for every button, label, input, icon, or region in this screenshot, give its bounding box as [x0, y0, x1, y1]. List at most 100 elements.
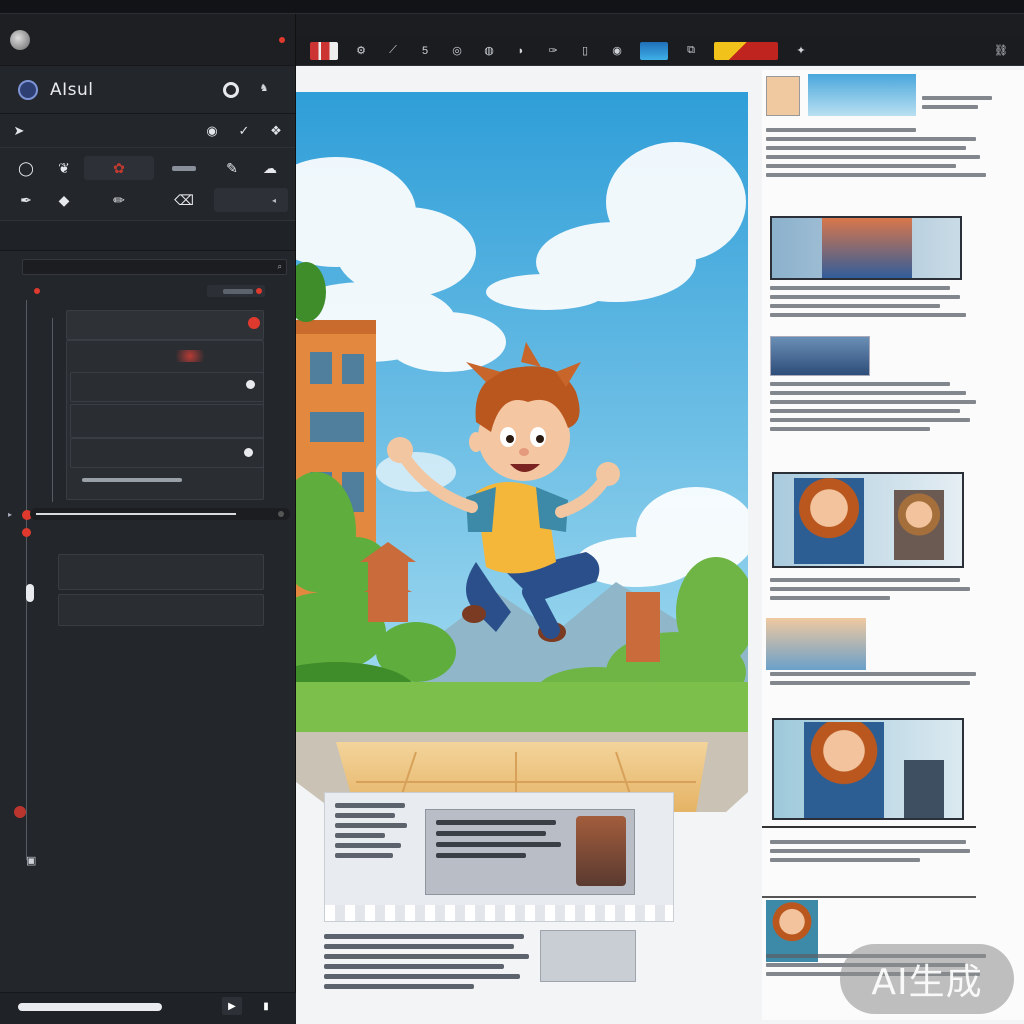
brand-icon	[18, 79, 38, 100]
orb-icon[interactable]: ◉	[608, 42, 626, 60]
search-icon: ⌕	[277, 262, 282, 271]
stop-icon[interactable]: ▮	[256, 997, 276, 1015]
story-panel-3[interactable]	[772, 472, 964, 568]
pointer-icon[interactable]: ➤	[8, 120, 30, 142]
story-panel-4[interactable]	[766, 618, 866, 670]
circle-tool-icon[interactable]: ◯	[8, 156, 44, 180]
pencil-icon[interactable]: ✏	[84, 188, 154, 212]
cloud-tool-icon[interactable]: ☁	[252, 156, 288, 180]
section-dropdown[interactable]	[207, 285, 265, 297]
shape-tool-icon[interactable]: ◆	[46, 188, 82, 212]
brand-sub[interactable]: ♞	[251, 77, 277, 103]
marker-handle[interactable]	[26, 584, 34, 602]
layer-radio-5[interactable]	[244, 448, 253, 457]
watermark-text: AI生成	[871, 962, 983, 1003]
record-icon[interactable]	[34, 288, 40, 294]
feather-tool-icon[interactable]: ✒	[8, 188, 44, 212]
layer-item[interactable]	[70, 372, 264, 402]
layer-item[interactable]	[58, 594, 264, 626]
layer-icon[interactable]: ❖	[265, 120, 287, 142]
gear-icon[interactable]: ⚙	[352, 42, 370, 60]
number-icon[interactable]: 5	[416, 42, 434, 60]
story-panel-5[interactable]	[772, 718, 964, 820]
frame-icon[interactable]: ⧉	[682, 42, 700, 60]
tool-row-1: ➤ ◉ ✓ ❖	[0, 114, 295, 148]
link-icon[interactable]: ⛓	[992, 42, 1010, 60]
target-icon[interactable]: ◎	[448, 42, 466, 60]
tree-line-inner	[52, 318, 53, 502]
line-tool-icon[interactable]	[156, 156, 212, 180]
layer-item[interactable]	[66, 310, 264, 340]
timeline-track[interactable]	[30, 508, 290, 520]
play-icon[interactable]: ▶	[222, 997, 242, 1015]
panel-toggle-icon[interactable]: ▯	[576, 42, 594, 60]
story-header-text	[922, 96, 992, 109]
story-text-3	[770, 382, 980, 431]
pen-icon[interactable]: ✎	[214, 156, 250, 180]
layer-item[interactable]	[70, 404, 264, 438]
ring-icon[interactable]	[223, 81, 239, 98]
sparkle-icon[interactable]: ✦	[792, 42, 810, 60]
story-text-5	[770, 672, 980, 685]
panel-header	[0, 14, 295, 66]
panel-tabs	[0, 221, 295, 251]
tree-line	[26, 300, 27, 860]
timeline-end-icon	[278, 511, 284, 517]
feather-icon[interactable]: ✑	[544, 42, 562, 60]
transport-bar: ▶ ▮	[0, 992, 296, 1024]
keyframe-icon-3[interactable]	[14, 806, 26, 818]
story-text-1	[766, 128, 986, 177]
playback-scrubber[interactable]	[18, 1003, 162, 1011]
story-panel-2[interactable]	[770, 336, 870, 376]
storyboard-column	[762, 70, 1024, 1020]
document-footer-block	[324, 930, 744, 1020]
story-text-6	[770, 840, 970, 862]
status-dot-icon	[256, 288, 262, 294]
story-avatar-1	[766, 76, 800, 116]
preview-tear-edge	[325, 905, 673, 921]
preview-text-lines	[335, 803, 415, 858]
brand-name: AIsul	[50, 79, 94, 100]
layer-opacity-slider[interactable]	[82, 478, 182, 482]
story-panel-1[interactable]	[770, 216, 962, 280]
layer-radio-3[interactable]	[246, 380, 255, 389]
camera-icon[interactable]: ▣	[26, 854, 36, 867]
tool-option-field[interactable]: ◂	[214, 188, 288, 212]
arrow-left-icon: ◂	[271, 195, 276, 205]
check-icon[interactable]: ✓	[233, 120, 255, 142]
story-text-2	[770, 286, 970, 317]
layer-visibility-icon[interactable]	[248, 317, 260, 329]
story-divider-2	[762, 896, 976, 898]
menubar	[0, 0, 1024, 14]
globe-tool-icon[interactable]: ◍	[480, 42, 498, 60]
story-text-4	[770, 578, 970, 600]
tool-grid: ◯ ❦ ✿ ✎ ☁ ✒ ◆ ✏ ⌫ ◂	[0, 148, 295, 221]
layer-item[interactable]	[70, 438, 264, 468]
document-preview[interactable]	[324, 792, 674, 922]
red-glow	[170, 350, 210, 362]
palette-icon[interactable]	[310, 41, 338, 60]
brush-tool-icon[interactable]: ⟋	[384, 42, 402, 60]
main-toolbar: ⚙ ⟋ 5 ◎ ◍ ◗ ✑ ▯ ◉ ⧉ ✦ ⛓	[296, 36, 1024, 66]
color-swatch-icon[interactable]	[714, 41, 778, 60]
leaf-tool-icon[interactable]: ❦	[46, 156, 82, 180]
story-divider	[762, 826, 976, 828]
canvas-area[interactable]	[296, 66, 1024, 1024]
brush-icon[interactable]: ✿	[84, 156, 154, 180]
image-thumb-icon[interactable]	[640, 41, 668, 60]
timeline-fill	[36, 513, 236, 515]
expand-icon[interactable]: ▸	[8, 510, 12, 519]
drop-icon[interactable]: ◗	[512, 42, 530, 60]
main-illustration[interactable]	[296, 92, 748, 842]
eraser-icon[interactable]: ⌫	[156, 188, 212, 212]
keyframe-icon-2[interactable]	[22, 528, 31, 537]
preview-thumbnail	[425, 809, 635, 895]
brand-bar: AIsul ♞	[0, 66, 295, 114]
layer-item[interactable]	[58, 554, 264, 590]
preview-character	[576, 816, 626, 886]
globe-icon[interactable]: ◉	[201, 120, 223, 142]
footer-thumbnail	[540, 930, 636, 982]
layer-search-input[interactable]: ⌕	[22, 259, 287, 275]
story-avatar-2	[766, 900, 818, 962]
close-dot-icon[interactable]	[279, 36, 285, 43]
